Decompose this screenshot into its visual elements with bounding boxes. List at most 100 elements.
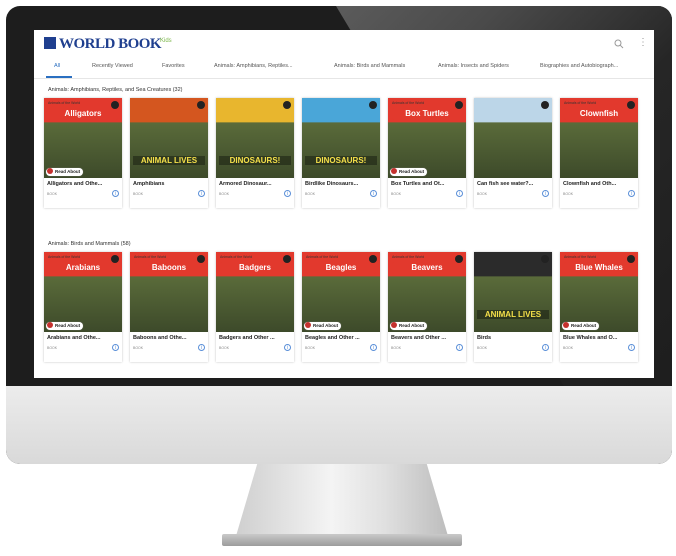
- book-card[interactable]: ANIMAL LIVES Birds BOOK i: [474, 252, 552, 362]
- read-about-label: Read About: [571, 323, 597, 328]
- bookmark-icon[interactable]: [541, 101, 549, 109]
- bookmark-icon[interactable]: [541, 255, 549, 263]
- cover-title-text: ANIMAL LIVES: [477, 310, 549, 319]
- info-icon[interactable]: i: [284, 190, 291, 197]
- info-icon[interactable]: i: [284, 344, 291, 351]
- book-title[interactable]: Can fish see water?...: [477, 181, 549, 187]
- book-card[interactable]: ANIMAL LIVES Amphibians BOOK i: [130, 98, 208, 208]
- audio-icon: [391, 322, 397, 328]
- book-cover[interactable]: Animals of the World Baboons: [130, 252, 208, 332]
- book-card[interactable]: Animals of the World Beavers Read About Bea…: [388, 252, 466, 362]
- bookmark-icon[interactable]: [455, 255, 463, 263]
- book-cover[interactable]: Animals of the World Clownfish: [560, 98, 638, 178]
- tab-all[interactable]: All: [54, 63, 60, 69]
- book-title[interactable]: Blue Whales and O...: [563, 335, 635, 341]
- info-icon[interactable]: i: [112, 190, 119, 197]
- book-type: BOOK: [305, 346, 316, 350]
- book-card[interactable]: DINOSAURS! Birdlike Dinosaurs... BOOK i: [302, 98, 380, 208]
- tab-recently-viewed[interactable]: Recently Viewed: [92, 63, 133, 69]
- book-title[interactable]: Box Turtles and Ot...: [391, 181, 463, 187]
- tab-birds-mammals[interactable]: Animals: Birds and Mammals: [334, 63, 405, 69]
- bookmark-icon[interactable]: [283, 101, 291, 109]
- book-cover[interactable]: [474, 98, 552, 178]
- book-card[interactable]: Animals of the World Arabians Read About Ar…: [44, 252, 122, 362]
- info-icon[interactable]: i: [112, 344, 119, 351]
- book-card[interactable]: Can fish see water?... BOOK i: [474, 98, 552, 208]
- book-cover[interactable]: Animals of the World Arabians Read About: [44, 252, 122, 332]
- book-card[interactable]: Animals of the World Box Turtles Read Abou…: [388, 98, 466, 208]
- info-icon[interactable]: i: [198, 190, 205, 197]
- tab-biographies[interactable]: Biographies and Autobiograph...: [540, 63, 618, 69]
- info-icon[interactable]: i: [628, 190, 635, 197]
- book-title[interactable]: Clownfish and Oth...: [563, 181, 635, 187]
- cover-series-label: Animals of the World: [220, 255, 253, 259]
- book-cover[interactable]: Animals of the World Badgers: [216, 252, 294, 332]
- tab-insects-spiders[interactable]: Animals: Insects and Spiders: [438, 63, 509, 69]
- book-title[interactable]: Baboons and Othe...: [133, 335, 205, 341]
- bookmark-icon[interactable]: [627, 255, 635, 263]
- book-card[interactable]: Animals of the World Baboons Baboons and O…: [130, 252, 208, 362]
- tab-amphibians-reptiles[interactable]: Animals: Amphibians, Reptiles...: [214, 63, 293, 69]
- book-card[interactable]: Animals of the World Alligators Read About…: [44, 98, 122, 208]
- book-title[interactable]: Arabians and Othe...: [47, 335, 119, 341]
- book-cover[interactable]: Animals of the World Alligators Read About: [44, 98, 122, 178]
- bookmark-icon[interactable]: [283, 255, 291, 263]
- bookmark-icon[interactable]: [111, 101, 119, 109]
- monitor-chin: [6, 386, 672, 464]
- book-cover[interactable]: DINOSAURS!: [302, 98, 380, 178]
- audio-icon: [305, 322, 311, 328]
- cover-series-label: Animals of the World: [134, 255, 167, 259]
- book-title[interactable]: Beavers and Other ...: [391, 335, 463, 341]
- book-title[interactable]: Alligators and Othe...: [47, 181, 119, 187]
- book-cover[interactable]: DINOSAURS!: [216, 98, 294, 178]
- bookmark-icon[interactable]: [197, 255, 205, 263]
- more-icon[interactable]: ⋮: [638, 37, 648, 48]
- info-icon[interactable]: i: [370, 190, 377, 197]
- book-type: BOOK: [477, 192, 488, 196]
- book-card[interactable]: Animals of the World Blue Whales Read Abou…: [560, 252, 638, 362]
- book-title[interactable]: Badgers and Other ...: [219, 335, 291, 341]
- book-cover[interactable]: ANIMAL LIVES: [130, 98, 208, 178]
- book-cover[interactable]: Animals of the World Beagles Read About: [302, 252, 380, 332]
- tab-favorites[interactable]: Favorites: [162, 63, 185, 69]
- bookmark-icon[interactable]: [369, 255, 377, 263]
- book-type: BOOK: [133, 192, 144, 196]
- bookmark-icon[interactable]: [111, 255, 119, 263]
- info-icon[interactable]: i: [198, 344, 205, 351]
- bookmark-icon[interactable]: [627, 101, 635, 109]
- book-type: BOOK: [305, 192, 316, 196]
- search-icon[interactable]: [614, 39, 624, 49]
- info-icon[interactable]: i: [456, 344, 463, 351]
- read-about-label: Read About: [399, 323, 425, 328]
- logo[interactable]: WORLD BOOK: [44, 36, 162, 53]
- book-type: BOOK: [219, 192, 230, 196]
- book-type: BOOK: [563, 192, 574, 196]
- book-card[interactable]: Animals of the World Badgers Badgers and O…: [216, 252, 294, 362]
- book-title[interactable]: Birdlike Dinosaurs...: [305, 181, 377, 187]
- book-cover[interactable]: Animals of the World Blue Whales Read Abou…: [560, 252, 638, 332]
- book-title[interactable]: Armored Dinosaur...: [219, 181, 291, 187]
- book-card[interactable]: Animals of the World Beagles Read About Bea…: [302, 252, 380, 362]
- logo-text: WORLD BOOK: [59, 36, 162, 52]
- info-icon[interactable]: i: [456, 190, 463, 197]
- cover-title-text: DINOSAURS!: [305, 156, 377, 165]
- info-icon[interactable]: i: [542, 190, 549, 197]
- read-about-badge: Read About: [304, 322, 342, 330]
- book-type: BOOK: [47, 192, 58, 196]
- book-card[interactable]: DINOSAURS! Armored Dinosaur... BOOK i: [216, 98, 294, 208]
- book-cover[interactable]: Animals of the World Box Turtles Read Abou…: [388, 98, 466, 178]
- bookmark-icon[interactable]: [455, 101, 463, 109]
- info-icon[interactable]: i: [628, 344, 635, 351]
- info-icon[interactable]: i: [542, 344, 549, 351]
- book-title[interactable]: Amphibians: [133, 181, 205, 187]
- read-about-label: Read About: [55, 169, 81, 174]
- active-tab-indicator: [46, 76, 72, 78]
- book-cover[interactable]: ANIMAL LIVES: [474, 252, 552, 332]
- book-title[interactable]: Birds: [477, 335, 549, 341]
- info-icon[interactable]: i: [370, 344, 377, 351]
- bookmark-icon[interactable]: [369, 101, 377, 109]
- bookmark-icon[interactable]: [197, 101, 205, 109]
- book-title[interactable]: Beagles and Other ...: [305, 335, 377, 341]
- book-card[interactable]: Animals of the World Clownfish Clownfish a…: [560, 98, 638, 208]
- book-cover[interactable]: Animals of the World Beavers Read About: [388, 252, 466, 332]
